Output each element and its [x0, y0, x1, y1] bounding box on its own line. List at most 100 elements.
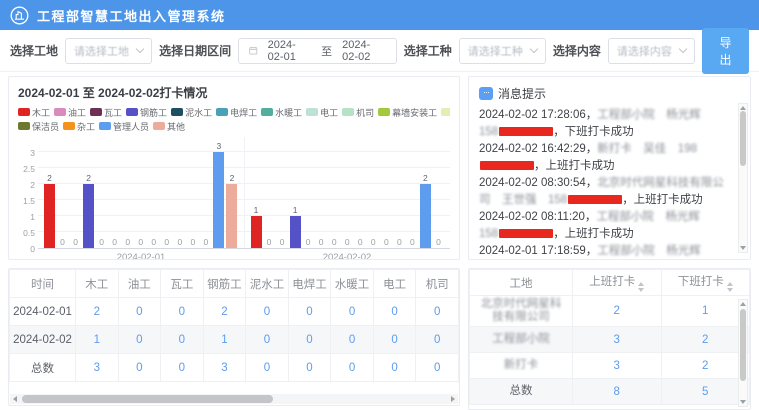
legend-item-油工[interactable]: 油工: [54, 106, 86, 119]
bar-value-label: 2: [47, 173, 52, 183]
message-scrollbar[interactable]: [738, 103, 748, 253]
bar-slot-瓦工: 0: [69, 137, 82, 248]
scroll-left-arrow[interactable]: [13, 396, 17, 402]
site-select[interactable]: 请选择工地: [65, 38, 152, 64]
scroll-down-arrow[interactable]: [740, 400, 746, 404]
column-header-上班打卡[interactable]: 上班打卡: [573, 270, 662, 296]
column-header-下班打卡[interactable]: 下班打卡: [661, 270, 750, 296]
y-tick-label: 2: [30, 180, 35, 190]
checkout-count-cell[interactable]: 1: [661, 296, 750, 327]
checkout-count-cell[interactable]: 2: [661, 353, 750, 379]
table-cell-value[interactable]: 0: [331, 298, 374, 326]
bar-zero-label: 0: [267, 237, 272, 247]
sort-descending-icon[interactable]: [638, 288, 644, 292]
table-cell-value[interactable]: 1: [76, 326, 119, 354]
checkout-count-cell[interactable]: 2: [661, 327, 750, 353]
table-cell-value[interactable]: 0: [373, 354, 416, 382]
site-table-scrollbar[interactable]: [738, 299, 748, 407]
bar-木工: [251, 216, 262, 248]
table-cell-value[interactable]: 0: [161, 298, 204, 326]
date-range-picker[interactable]: 2024-02-01 至 2024-02-02: [238, 38, 397, 64]
table-cell-value[interactable]: 0: [161, 354, 204, 382]
worktype-select[interactable]: 请选择工种: [459, 38, 546, 64]
column-header-工地: 工地: [470, 270, 573, 296]
bar-zero-label: 0: [204, 237, 209, 247]
legend-item-木工[interactable]: 木工: [18, 106, 50, 119]
legend-item-电工[interactable]: 电工: [306, 106, 338, 119]
chart-legend-row2: 保洁员杂工管理人员其他: [18, 119, 450, 133]
sort-ascending-icon[interactable]: [638, 282, 644, 286]
scrollbar-thumb[interactable]: [22, 395, 273, 403]
bar-zero-label: 0: [280, 237, 285, 247]
table-cell-value[interactable]: 0: [288, 298, 331, 326]
export-button[interactable]: 导出: [702, 28, 749, 74]
table-cell-value[interactable]: 3: [203, 354, 246, 382]
table-cell-value[interactable]: 0: [373, 326, 416, 354]
content-select[interactable]: 请选择内容: [608, 38, 695, 64]
sort-icon[interactable]: [727, 282, 733, 292]
table-cell-value[interactable]: 1: [203, 326, 246, 354]
table-cell-value[interactable]: 0: [288, 354, 331, 382]
table-cell-value[interactable]: 0: [161, 326, 204, 354]
sort-ascending-icon[interactable]: [727, 282, 733, 286]
table-cell-value[interactable]: 0: [416, 298, 459, 326]
table-cell-value[interactable]: 2: [76, 298, 119, 326]
legend-item-瓦工[interactable]: 瓦工: [90, 106, 122, 119]
chart-group-2024-02-01: 200200000000032: [38, 137, 244, 248]
checkin-count-cell[interactable]: 3: [573, 353, 662, 379]
checkin-count-cell[interactable]: 3: [573, 327, 662, 353]
checkin-count-cell[interactable]: 8: [573, 379, 662, 405]
table-cell-value[interactable]: 0: [416, 354, 459, 382]
checkout-count-cell[interactable]: 5: [661, 379, 750, 405]
table-cell-value[interactable]: 3: [76, 354, 119, 382]
table-cell-value[interactable]: 0: [246, 298, 289, 326]
message-list: 2024-02-02 17:28:06，工程部小院 杨光辉 158，下班打卡成功…: [479, 107, 740, 260]
bar-slot-油工: 0: [263, 137, 276, 248]
scroll-down-arrow[interactable]: [740, 246, 746, 250]
scroll-up-arrow[interactable]: [740, 106, 746, 110]
legend-item-水暖工[interactable]: 水暖工: [261, 106, 302, 119]
bar-slot-钢筋工: 1: [289, 137, 302, 248]
legend-label: 瓦工: [104, 106, 122, 119]
sort-descending-icon[interactable]: [727, 288, 733, 292]
table-cell-value[interactable]: 0: [373, 298, 416, 326]
legend-item-电焊工[interactable]: 电焊工: [216, 106, 257, 119]
legend-item-打胶工[interactable]: 打胶工: [441, 106, 450, 119]
table-cell-value[interactable]: 0: [331, 354, 374, 382]
bar-slot-电工: 0: [341, 137, 354, 248]
legend-item-保洁员[interactable]: 保洁员: [18, 120, 59, 133]
scroll-right-arrow[interactable]: [451, 396, 455, 402]
legend-item-机司[interactable]: 机司: [342, 106, 374, 119]
bar-钢筋工: [83, 184, 94, 248]
x-axis-label: 2024-02-01: [38, 252, 244, 260]
legend-swatch: [63, 122, 75, 130]
legend-item-其他[interactable]: 其他: [153, 120, 185, 133]
table-cell-value[interactable]: 0: [246, 326, 289, 354]
date-start-value[interactable]: 2024-02-01: [268, 39, 312, 63]
table-cell-value[interactable]: 0: [246, 354, 289, 382]
legend-item-钢筋工[interactable]: 钢筋工: [126, 106, 167, 119]
table-cell-value[interactable]: 0: [331, 326, 374, 354]
sort-icon[interactable]: [638, 282, 644, 292]
legend-item-杂工[interactable]: 杂工: [63, 120, 95, 133]
bar-其他: [226, 184, 237, 248]
table-cell-value[interactable]: 0: [288, 326, 331, 354]
checkin-count-cell[interactable]: 2: [573, 296, 662, 327]
scrollbar-thumb[interactable]: [740, 111, 746, 166]
legend-item-管理人员[interactable]: 管理人员: [99, 120, 149, 133]
legend-item-泥水工[interactable]: 泥水工: [171, 106, 212, 119]
bar-管理人员: [213, 152, 224, 248]
legend-item-幕墙安装工[interactable]: 幕墙安装工: [378, 106, 437, 119]
table-cell-value[interactable]: 0: [118, 326, 161, 354]
message-time: 2024-02-01 17:18:59，: [479, 245, 597, 257]
table-cell-value[interactable]: 0: [118, 354, 161, 382]
scroll-up-arrow[interactable]: [740, 302, 746, 306]
table-cell-value[interactable]: 0: [118, 298, 161, 326]
table-cell-value[interactable]: 2: [203, 298, 246, 326]
site-name-cell: 总数: [470, 379, 573, 405]
scrollbar-thumb[interactable]: [740, 309, 746, 381]
date-end-value[interactable]: 2024-02-02: [342, 39, 386, 63]
horizontal-scrollbar[interactable]: [10, 394, 458, 404]
site-table-header-row: 工地上班打卡下班打卡: [470, 270, 750, 296]
table-cell-value[interactable]: 0: [416, 326, 459, 354]
